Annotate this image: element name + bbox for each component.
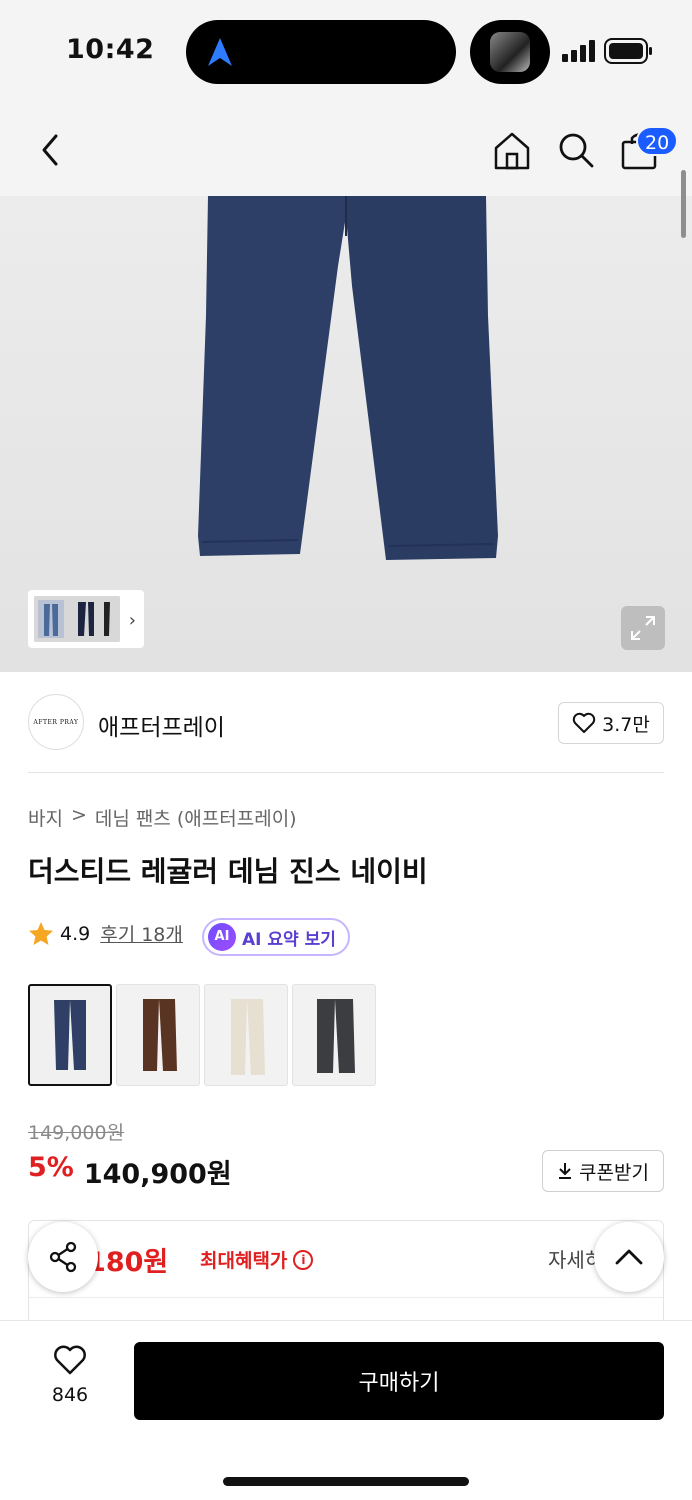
cart-count-badge: 20 <box>636 126 679 156</box>
heart-icon <box>572 712 596 733</box>
rating-value: 4.9 <box>60 922 91 945</box>
max-benefit-text: 최대혜택가 <box>200 1250 288 1272</box>
brand-logo[interactable]: AFTER PRAY <box>28 694 84 750</box>
breadcrumb-category[interactable]: 바지 <box>28 804 63 831</box>
divider <box>29 1297 663 1298</box>
star-icon <box>29 921 53 945</box>
brand-like-button[interactable]: 3.7만 <box>558 702 664 744</box>
buy-button[interactable]: 구매하기 <box>134 1342 664 1420</box>
info-icon[interactable]: i <box>293 1249 314 1270</box>
coupon-button[interactable]: 쿠폰받기 <box>542 1150 664 1192</box>
breadcrumb: 바지 > 데님 팬츠 (애프터프레이) <box>28 804 297 831</box>
wishlist-button[interactable]: 846 <box>40 1344 100 1406</box>
search-icon[interactable] <box>556 130 596 170</box>
heart-icon <box>54 1345 86 1375</box>
breadcrumb-separator: > <box>70 804 87 826</box>
status-bar: 10:42 <box>0 0 692 104</box>
chevron-up-icon <box>615 1249 643 1265</box>
share-button[interactable] <box>28 1222 98 1292</box>
share-icon <box>49 1241 77 1273</box>
ai-summary-label: AI 요약 보기 <box>242 929 336 950</box>
divider <box>28 772 664 773</box>
signal-icon <box>562 40 595 62</box>
color-swatch-charcoal[interactable] <box>292 984 376 1086</box>
sale-price: 140,900원 <box>83 1159 232 1190</box>
image-thumbnail-strip[interactable]: › <box>28 590 144 648</box>
review-link[interactable]: 후기 18개 <box>100 920 183 947</box>
download-icon <box>559 1163 572 1179</box>
product-title: 더스티드 레귤러 데님 진스 네이비 <box>28 855 428 888</box>
battery-icon <box>604 38 652 64</box>
ai-summary-button[interactable]: AI AI 요약 보기 <box>202 918 350 956</box>
thumbnail-image <box>34 596 120 642</box>
color-swatch-brown[interactable] <box>116 984 200 1086</box>
color-swatch-ecru[interactable] <box>204 984 288 1086</box>
home-indicator <box>223 1477 469 1486</box>
brand-like-count: 3.7만 <box>602 713 650 736</box>
jeans-thumbnail <box>317 999 355 1073</box>
max-benefit-label: 최대혜택가 i <box>200 1246 314 1273</box>
breadcrumb-subcategory[interactable]: 데님 팬츠 (애프터프레이) <box>95 804 297 831</box>
scroll-indicator <box>681 170 686 238</box>
expand-icon[interactable] <box>621 606 665 650</box>
home-icon[interactable] <box>492 130 532 170</box>
dynamic-island <box>186 20 456 84</box>
scroll-top-button[interactable] <box>594 1222 664 1292</box>
jeans-thumbnail <box>54 1000 86 1070</box>
price-row: 5% 140,900원 <box>28 1152 232 1191</box>
chevron-right-icon: › <box>128 610 136 631</box>
top-nav <box>0 104 692 196</box>
jeans-thumbnail <box>143 999 177 1071</box>
coupon-label: 쿠폰받기 <box>579 1161 649 1184</box>
navigation-arrow-icon <box>208 38 232 66</box>
back-icon[interactable] <box>36 130 64 170</box>
rating-row: 4.9 후기 18개 <box>28 920 183 947</box>
original-price: 149,000원 <box>28 1122 125 1144</box>
live-activity <box>470 20 550 84</box>
ai-icon: AI <box>208 923 236 951</box>
color-swatch-navy[interactable] <box>28 984 112 1086</box>
media-thumbnail <box>490 32 530 72</box>
jeans-thumbnail <box>231 999 265 1075</box>
discount-rate: 5% <box>28 1152 74 1183</box>
wishlist-count: 846 <box>51 1384 89 1406</box>
status-time: 10:42 <box>66 34 155 65</box>
brand-name[interactable]: 애프터프레이 <box>98 708 225 742</box>
